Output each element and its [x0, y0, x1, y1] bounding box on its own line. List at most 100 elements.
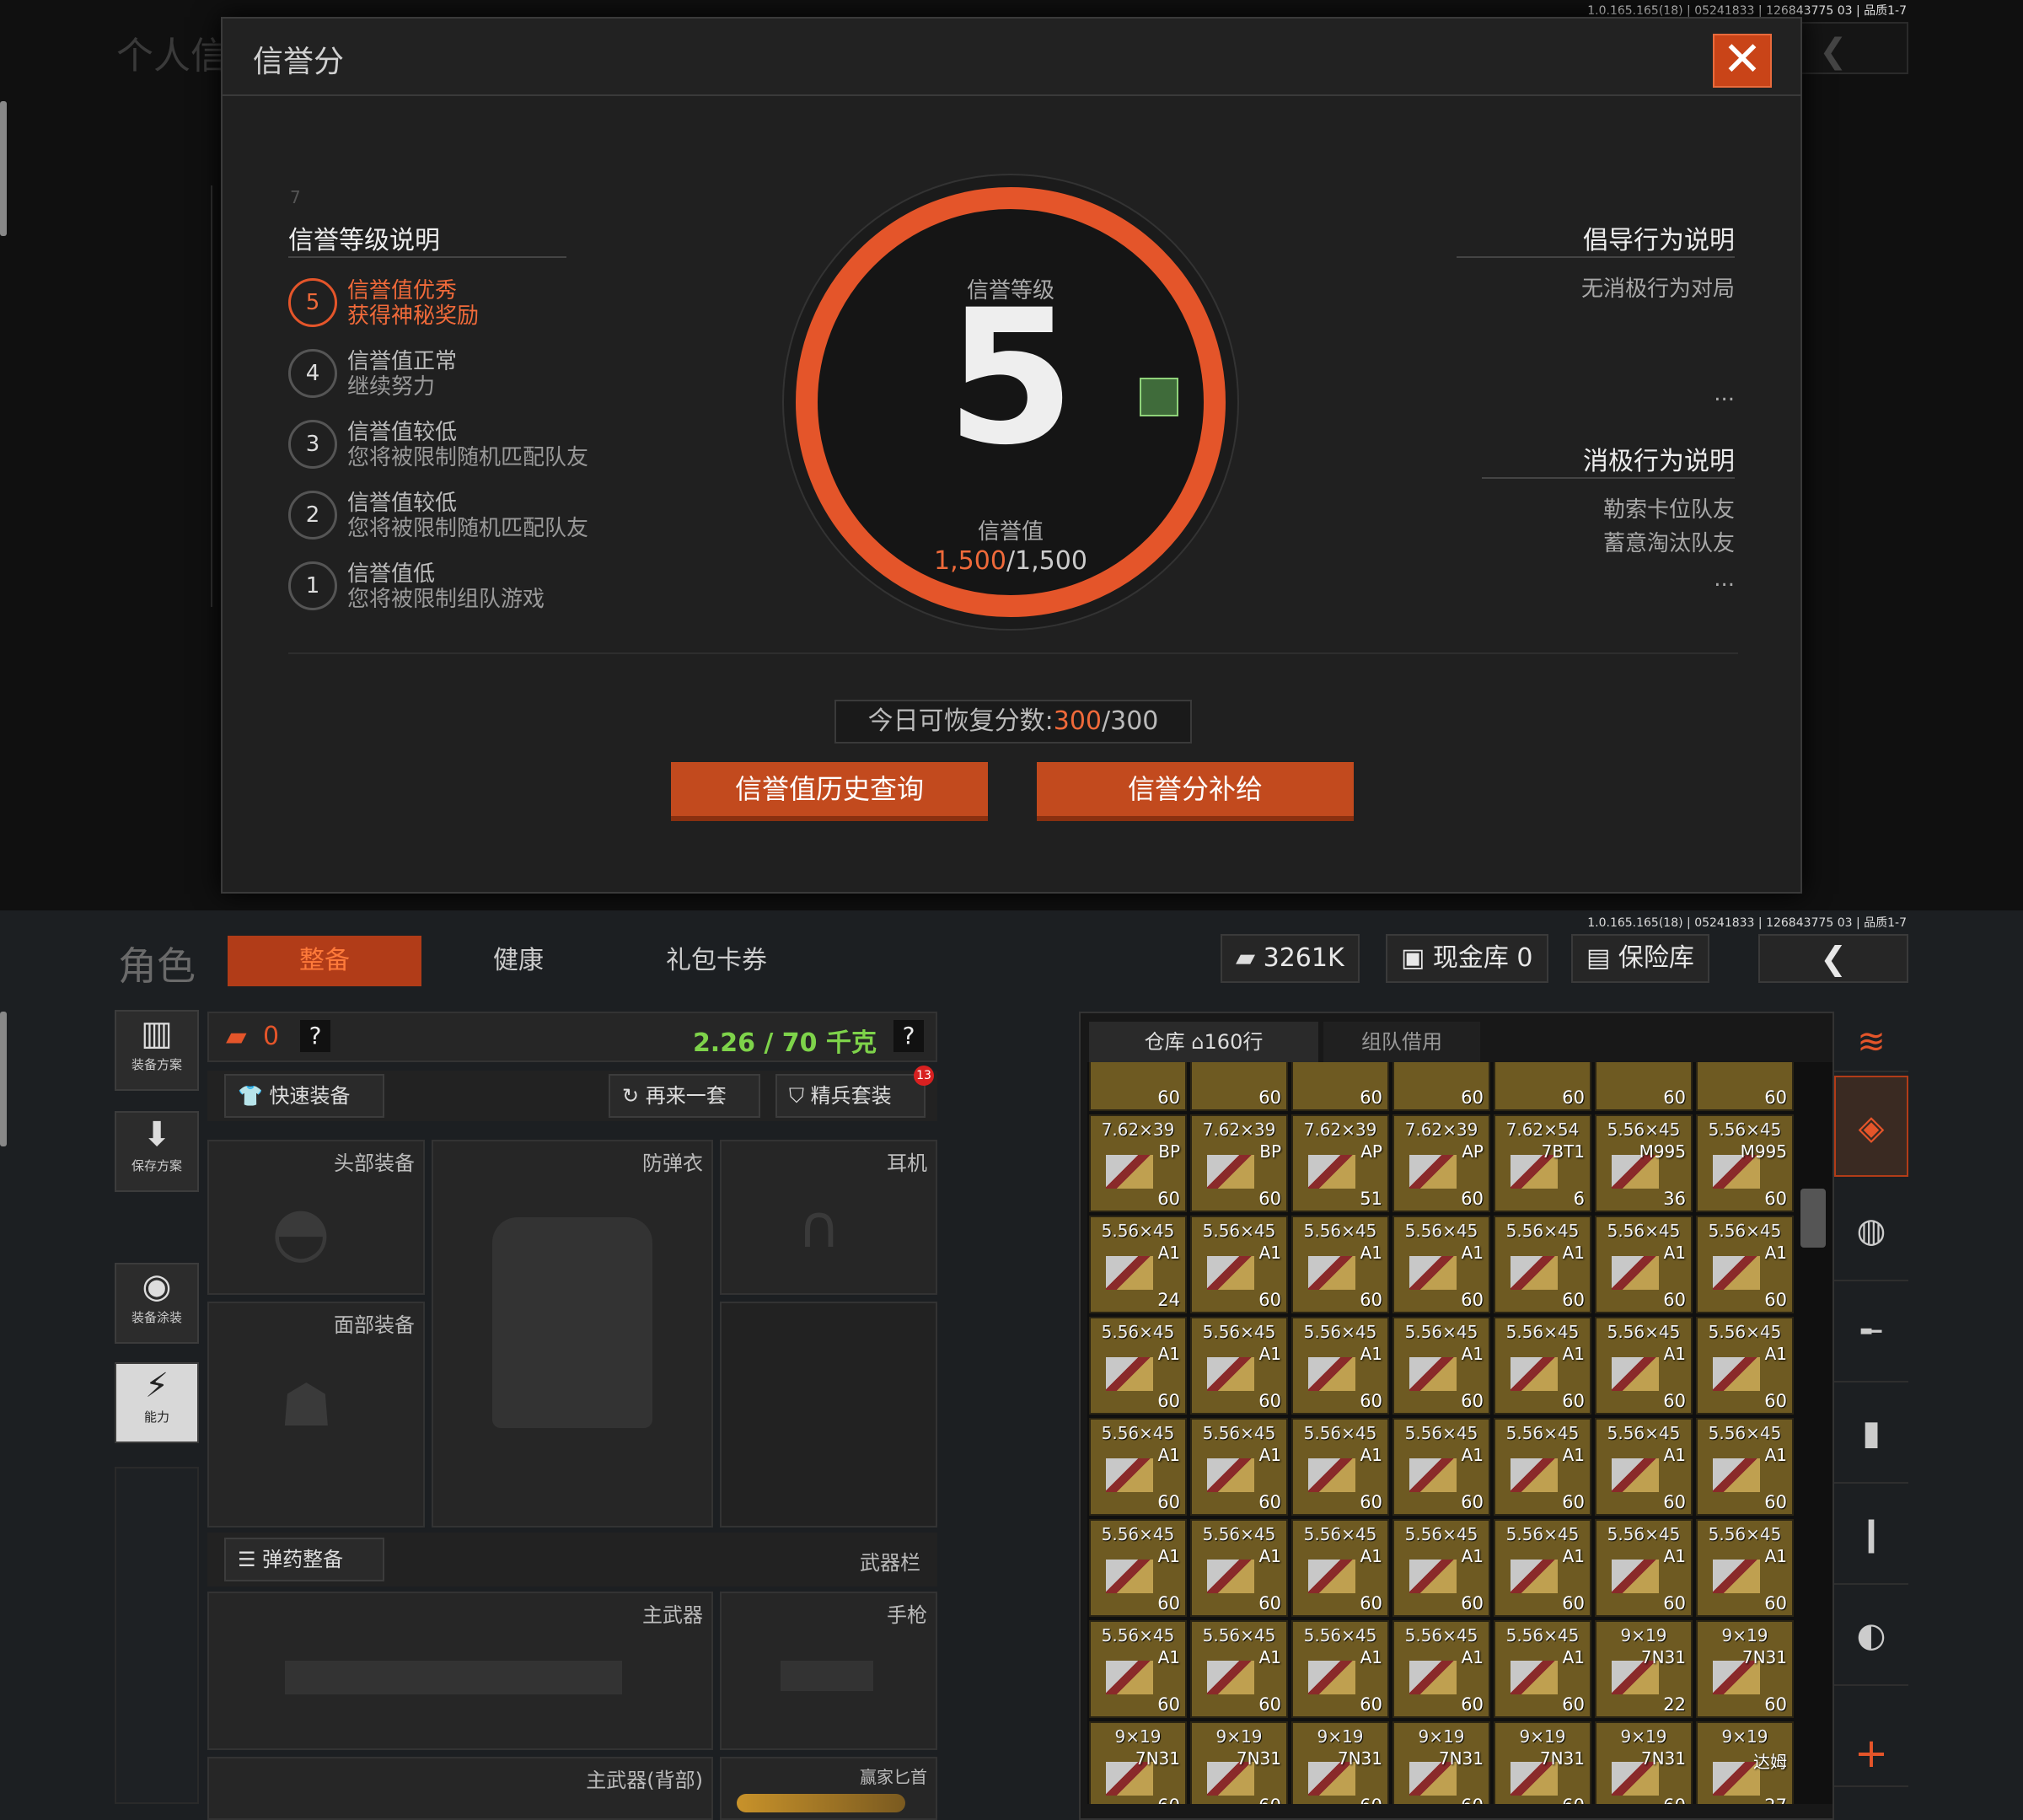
inventory-cell[interactable]: 5.56×45 A1 60 [1089, 1519, 1187, 1617]
inventory-cell[interactable]: 5.56×45 A1 60 [1291, 1317, 1389, 1415]
loadout-plan-button[interactable]: ▥ 装备方案 [115, 1010, 199, 1091]
inventory-cell[interactable]: 7.62×39 AP 60 [1392, 1114, 1490, 1212]
category-ammo-icon[interactable]: ❙ [1834, 1484, 1908, 1585]
armor-slot[interactable]: 防弹衣 [432, 1140, 713, 1527]
inventory-cell[interactable]: 60 [1392, 1062, 1490, 1111]
back-button[interactable]: ❮ [1758, 934, 1908, 983]
inventory-cell[interactable]: 5.56×45 A1 60 [1190, 1519, 1288, 1617]
inventory-cell[interactable]: 5.56×45 A1 60 [1291, 1216, 1389, 1313]
negative-item: 勒索卡位队友 [1602, 497, 1735, 523]
help-icon[interactable]: ? [300, 1020, 330, 1052]
inventory-cell[interactable]: 5.56×45 M995 60 [1696, 1114, 1794, 1212]
category-gear-icon[interactable]: ◍ [1834, 1180, 1908, 1281]
scrollbar[interactable] [0, 1012, 7, 1146]
inventory-cell[interactable]: 5.56×45 A1 60 [1494, 1519, 1591, 1617]
inventory-cell[interactable]: 60 [1494, 1062, 1591, 1111]
inventory-cell[interactable]: 5.56×45 A1 60 [1190, 1216, 1288, 1313]
inventory-cell[interactable]: 5.56×45 A1 60 [1089, 1418, 1187, 1516]
inventory-cell[interactable]: 5.56×45 A1 60 [1696, 1519, 1794, 1617]
inventory-cell[interactable]: 5.56×45 A1 60 [1089, 1317, 1187, 1415]
item-caliber: 7.62×39 [1303, 1119, 1377, 1140]
save-plan-button[interactable]: ⬇ 保存方案 [115, 1111, 199, 1192]
inventory-cell[interactable]: 7.62×39 BP 60 [1089, 1114, 1187, 1212]
inventory-cell[interactable]: 5.56×45 A1 60 [1291, 1418, 1389, 1516]
inventory-cell[interactable]: 5.56×45 A1 60 [1190, 1620, 1288, 1718]
knife-slot[interactable]: 赢家匕首 [720, 1757, 937, 1820]
inventory-cell[interactable]: 7.62×39 BP 60 [1190, 1114, 1288, 1212]
inventory-cell[interactable]: 5.56×45 M995 36 [1595, 1114, 1693, 1212]
inventory-cell[interactable]: 5.56×45 A1 60 [1696, 1216, 1794, 1313]
inventory-cell[interactable]: 5.56×45 A1 60 [1190, 1418, 1288, 1516]
ear-slot[interactable]: 耳机 ∩ [720, 1140, 937, 1295]
weight-help-icon[interactable]: ? [893, 1020, 924, 1052]
inventory-cell[interactable]: 9×197N31 60 [1696, 1620, 1794, 1718]
tab-health[interactable]: 健康 [438, 936, 598, 986]
face-slot[interactable]: 面部装备 ☗ [207, 1302, 425, 1527]
tab-team-borrow[interactable]: 组队借用 [1323, 1022, 1480, 1062]
ammo-button[interactable]: ☰ 弹药整备 [224, 1538, 384, 1581]
inventory-cell[interactable]: 5.56×45 A1 24 [1089, 1216, 1187, 1313]
inventory-cell[interactable]: 5.56×45 A1 60 [1392, 1317, 1490, 1415]
tab-gift[interactable]: 礼包卡券 [624, 936, 809, 986]
tab-equip[interactable]: 整备 [228, 936, 421, 986]
skin-button[interactable]: ◉ 装备涂装 [115, 1263, 199, 1344]
inventory-cell[interactable]: 60 [1089, 1062, 1187, 1111]
background-back-button[interactable]: ❮ [1787, 22, 1908, 74]
inventory-cell[interactable]: 60 [1291, 1062, 1389, 1111]
inventory-cell[interactable]: 7.62×54 7BT1 6 [1494, 1114, 1591, 1212]
inventory-cell[interactable]: 5.56×45 A1 60 [1595, 1216, 1693, 1313]
inventory-cell[interactable]: 5.56×45 A1 60 [1392, 1418, 1490, 1516]
inventory-cell[interactable]: 9×19 达姆 27 [1696, 1721, 1794, 1804]
inventory-cell[interactable]: 5.56×45 A1 60 [1494, 1620, 1591, 1718]
safe-button[interactable]: ▤ 保险库 [1571, 934, 1709, 983]
tab-warehouse[interactable]: 仓库 ⌂160行 [1089, 1022, 1318, 1062]
inventory-cell[interactable]: 9×197N31 60 [1190, 1721, 1288, 1804]
inventory-cell[interactable]: 9×197N31 60 [1392, 1721, 1490, 1804]
category-magazine-icon[interactable]: ▮ [1834, 1382, 1908, 1484]
inventory-cell[interactable]: 5.56×45 A1 60 [1494, 1216, 1591, 1313]
grid-scrollbar[interactable] [1800, 1189, 1826, 1248]
inventory-cell[interactable]: 5.56×45 A1 60 [1291, 1519, 1389, 1617]
inventory-cell[interactable]: 5.56×45 A1 60 [1392, 1216, 1490, 1313]
inventory-cell[interactable]: 5.56×45 A1 60 [1291, 1620, 1389, 1718]
main-weapon-slot[interactable]: 主武器 [207, 1592, 713, 1750]
inventory-cell[interactable]: 5.56×45 A1 60 [1392, 1519, 1490, 1617]
inventory-cell[interactable]: 5.56×45 A1 60 [1696, 1317, 1794, 1415]
inventory-cell[interactable]: 60 [1696, 1062, 1794, 1111]
pistol-slot[interactable]: 手枪 [720, 1592, 937, 1750]
elite-set-button[interactable]: ⛉ 精兵套装 [775, 1074, 926, 1118]
inventory-cell[interactable]: 5.56×45 A1 60 [1595, 1317, 1693, 1415]
inventory-cell[interactable]: 9×197N31 60 [1494, 1721, 1591, 1804]
inventory-cell[interactable]: 9×197N31 60 [1291, 1721, 1389, 1804]
inventory-cell[interactable]: 5.56×45 A1 60 [1494, 1418, 1591, 1516]
inventory-cell[interactable]: 9×197N31 60 [1089, 1721, 1187, 1804]
again-button[interactable]: ↻ 再来一套 [609, 1074, 760, 1118]
inventory-cell[interactable]: 5.56×45 A1 60 [1190, 1317, 1288, 1415]
inventory-cell[interactable]: 5.56×45 A1 60 [1696, 1418, 1794, 1516]
supply-button[interactable]: 信誉分补给 [1037, 762, 1354, 821]
inventory-cell[interactable]: 5.56×45 A1 60 [1494, 1317, 1591, 1415]
inventory-cell[interactable]: 9×197N31 60 [1595, 1721, 1693, 1804]
inventory-cell[interactable]: 9×19 7N31 22 [1595, 1620, 1693, 1718]
item-caliber: 5.56×45 [1505, 1322, 1580, 1342]
history-button[interactable]: 信誉值历史查询 [671, 762, 988, 821]
scrollbar[interactable] [0, 101, 7, 236]
category-all-icon[interactable]: ◈ [1834, 1076, 1908, 1177]
category-rifle-icon[interactable]: ╾ [1834, 1281, 1908, 1382]
add-icon[interactable]: + [1834, 1720, 1908, 1787]
inventory-cell[interactable]: 5.56×45 A1 60 [1089, 1620, 1187, 1718]
inventory-cell[interactable]: 60 [1190, 1062, 1288, 1111]
back-weapon-slot[interactable]: 主武器(背部) [207, 1757, 713, 1820]
inventory-cell[interactable]: 5.56×45 A1 60 [1392, 1620, 1490, 1718]
ability-button[interactable]: ⚡ 能力 [115, 1362, 199, 1443]
inventory-cell[interactable]: 7.62×39 AP 51 [1291, 1114, 1389, 1212]
cash-vault-button[interactable]: ▣ 现金库 0 [1386, 934, 1548, 983]
quick-equip-button[interactable]: 👕 快速装备 [224, 1074, 384, 1118]
inventory-cell[interactable]: 60 [1595, 1062, 1693, 1111]
head-slot[interactable]: 头部装备 ◓ [207, 1140, 425, 1295]
category-misc-icon[interactable]: ◐ [1834, 1585, 1908, 1686]
inventory-cell[interactable]: 5.56×45 A1 60 [1595, 1418, 1693, 1516]
close-button[interactable]: ✕ [1713, 34, 1772, 88]
inventory-cell[interactable]: 5.56×45 A1 60 [1595, 1519, 1693, 1617]
sort-icon[interactable]: ≋ [1834, 1012, 1908, 1072]
